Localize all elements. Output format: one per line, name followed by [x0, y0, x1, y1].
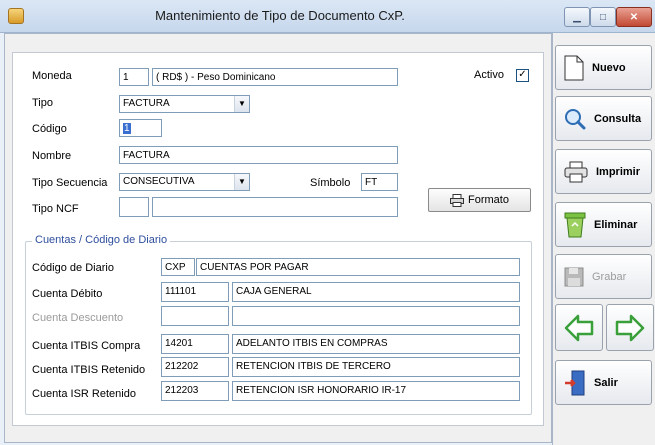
codigo-label: Código: [32, 123, 67, 135]
cuenta-descuento-label: Cuenta Descuento: [32, 312, 124, 324]
new-document-icon: [564, 55, 584, 80]
cuentas-group-title: Cuentas / Código de Diario: [32, 234, 171, 246]
previous-record-button[interactable]: [555, 304, 603, 351]
tipo-select[interactable]: FACTURA ▼: [119, 95, 250, 113]
grabar-button-label: Grabar: [592, 270, 627, 283]
cuenta-itbis-retenido-label: Cuenta ITBIS Retenido: [32, 364, 146, 376]
tipo-secuencia-select[interactable]: CONSECUTIVA ▼: [119, 173, 250, 191]
cuenta-itbis-compra-label: Cuenta ITBIS Compra: [32, 340, 141, 352]
imprimir-button[interactable]: Imprimir: [555, 149, 652, 194]
cuenta-itbis-compra-desc-input[interactable]: ADELANTO ITBIS EN COMPRAS: [232, 334, 520, 354]
formato-button[interactable]: Formato: [428, 188, 531, 212]
arrow-left-icon: [564, 314, 594, 341]
cuenta-itbis-retenido-desc-input[interactable]: RETENCION ITBIS DE TERCERO: [232, 357, 520, 377]
exit-door-icon: [565, 370, 585, 395]
cuenta-itbis-retenido-code-input[interactable]: 212202: [161, 357, 229, 377]
tipo-secuencia-label: Tipo Secuencia: [32, 177, 108, 189]
chevron-down-icon: ▼: [234, 174, 249, 190]
cuenta-debito-label: Cuenta Débito: [32, 288, 103, 300]
imprimir-button-label: Imprimir: [596, 165, 641, 178]
consulta-button-label: Consulta: [594, 112, 642, 125]
tipo-ncf-label: Tipo NCF: [32, 203, 79, 215]
cuenta-debito-code-input[interactable]: 111101: [161, 282, 229, 302]
tipo-ncf-desc-input[interactable]: [152, 197, 398, 217]
window-title: Mantenimiento de Tipo de Documento CxP.: [155, 8, 405, 23]
nuevo-button-label: Nuevo: [592, 61, 626, 74]
codigo-diario-code-input[interactable]: CXP: [161, 258, 195, 276]
nombre-label: Nombre: [32, 150, 72, 162]
maximize-icon: □: [599, 11, 607, 23]
codigo-diario-desc-input[interactable]: CUENTAS POR PAGAR: [196, 258, 520, 276]
activo-checkbox[interactable]: ✓: [516, 69, 529, 82]
activo-label: Activo: [474, 69, 504, 81]
tipo-select-value: FACTURA: [123, 98, 170, 109]
cuenta-descuento-desc-input[interactable]: [232, 306, 520, 326]
tipo-label: Tipo: [32, 97, 53, 109]
save-icon: [564, 267, 584, 286]
codigo-diario-label: Código de Diario: [32, 262, 114, 274]
tipo-ncf-code-input[interactable]: [119, 197, 149, 217]
nombre-input[interactable]: FACTURA: [119, 146, 398, 164]
minimize-button[interactable]: ▁: [564, 7, 590, 27]
cuenta-debito-desc-input[interactable]: CAJA GENERAL: [232, 282, 520, 302]
chevron-down-icon: ▼: [234, 96, 249, 112]
title-bar: Mantenimiento de Tipo de Documento CxP. …: [0, 0, 655, 33]
moneda-label: Moneda: [32, 70, 72, 82]
search-icon: [565, 108, 586, 129]
grabar-button[interactable]: Grabar: [555, 254, 652, 299]
simbolo-label: Símbolo: [310, 177, 351, 189]
cuenta-isr-retenido-desc-input[interactable]: RETENCION ISR HONORARIO IR-17: [232, 381, 520, 401]
eliminar-button[interactable]: Eliminar: [555, 202, 652, 247]
salir-button-label: Salir: [594, 376, 618, 389]
moneda-code-input[interactable]: 1: [119, 68, 149, 86]
cuenta-isr-retenido-code-input[interactable]: 212203: [161, 381, 229, 401]
codigo-input-value: 1: [123, 123, 131, 134]
next-record-button[interactable]: [606, 304, 654, 351]
printer-icon: [564, 161, 588, 182]
cuenta-isr-retenido-label: Cuenta ISR Retenido: [32, 388, 136, 400]
maximize-button[interactable]: □: [590, 7, 616, 27]
codigo-input[interactable]: 1: [119, 119, 162, 137]
eliminar-button-label: Eliminar: [594, 218, 638, 231]
simbolo-input[interactable]: FT: [361, 173, 398, 191]
consulta-button[interactable]: Consulta: [555, 96, 652, 141]
recycle-bin-icon: [564, 212, 586, 237]
formato-button-label: Formato: [468, 194, 509, 206]
moneda-desc-input[interactable]: ( RD$ ) - Peso Dominicano: [152, 68, 398, 86]
tipo-secuencia-value: CONSECUTIVA: [123, 176, 195, 187]
cuenta-descuento-code-input[interactable]: [161, 306, 229, 326]
minimize-icon: ▁: [573, 11, 581, 23]
arrow-right-icon: [615, 314, 645, 341]
salir-button[interactable]: Salir: [555, 360, 652, 405]
close-icon: ✕: [629, 11, 639, 23]
printer-icon: [450, 193, 465, 207]
nuevo-button[interactable]: Nuevo: [555, 45, 652, 90]
cuenta-itbis-compra-code-input[interactable]: 14201: [161, 334, 229, 354]
close-button[interactable]: ✕: [616, 7, 652, 27]
